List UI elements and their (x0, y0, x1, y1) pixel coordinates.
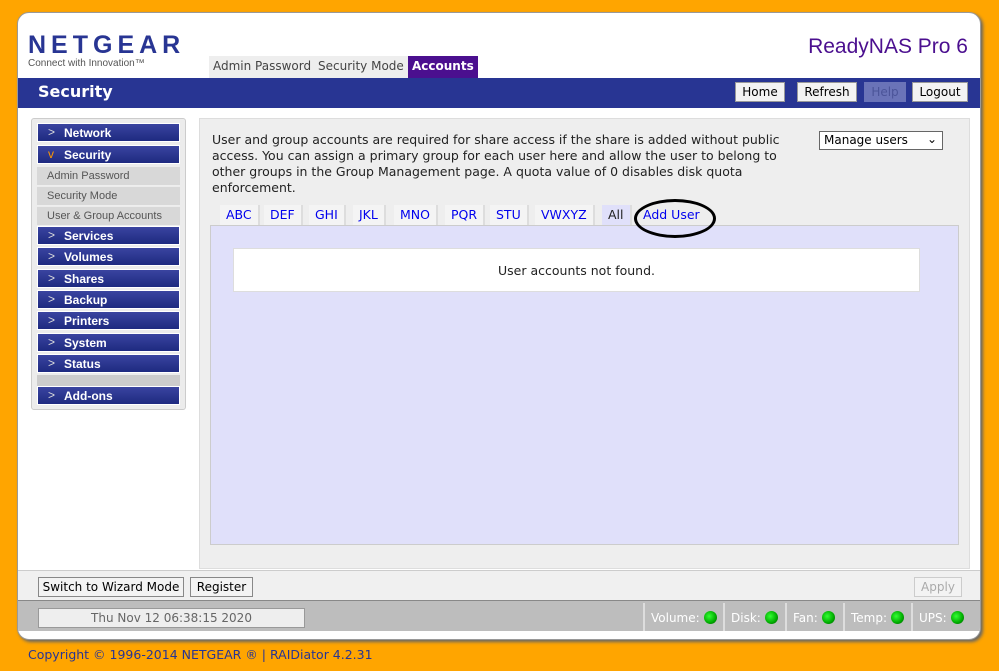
sidebar-item-label: Shares (64, 272, 105, 286)
help-button[interactable]: Help (864, 82, 906, 102)
sidebar-item-label: Services (64, 229, 114, 243)
sidebar-item-network[interactable]: > Network (37, 123, 180, 142)
manage-select[interactable]: Manage users ⌄ (819, 131, 943, 150)
chevron-right-icon: > (48, 271, 56, 285)
highlight-circle (634, 199, 716, 238)
chevron-right-icon: > (48, 125, 56, 139)
select-value: Manage users (824, 133, 908, 147)
indicator-label: UPS: (919, 611, 947, 625)
led-icon (891, 611, 905, 624)
sidebar-item-security[interactable]: v Security (37, 145, 180, 164)
ups-indicator: UPS: (911, 603, 971, 631)
temp-indicator: Temp: (843, 603, 911, 631)
tab-accounts[interactable]: Accounts (408, 56, 478, 78)
sidebar-item-label: Network (64, 126, 112, 140)
logo-tagline: Connect with Innovation™ (28, 58, 145, 69)
sidebar-item-label: Printers (64, 314, 110, 328)
sidebar-item-status[interactable]: > Status (37, 354, 180, 373)
sidebar-item-system[interactable]: > System (37, 333, 180, 352)
description-text: User and group accounts are required for… (212, 132, 780, 195)
tab-def[interactable]: DEF (264, 205, 303, 225)
register-button[interactable]: Register (190, 577, 253, 597)
status-bar: Thu Nov 12 06:38:15 2020 Volume: Disk: F… (18, 600, 980, 632)
sidebar-sub-user-group-accounts[interactable]: User & Group Accounts (37, 207, 180, 226)
sidebar-item-label: Backup (64, 293, 108, 307)
refresh-button[interactable]: Refresh (797, 82, 857, 102)
chevron-right-icon: > (48, 335, 56, 349)
tab-vwxyz[interactable]: VWXYZ (535, 205, 595, 225)
page-title: Security (38, 82, 113, 101)
product-name: ReadyNAS Pro 6 (808, 35, 968, 58)
sidebar-item-services[interactable]: > Services (37, 226, 180, 245)
header-band: Security Home Refresh Help Logout (18, 78, 980, 108)
sidebar-item-label: Status (64, 357, 101, 371)
indicator-label: Fan: (793, 611, 818, 625)
tab-stu[interactable]: STU (490, 205, 529, 225)
fan-indicator: Fan: (785, 603, 843, 631)
tab-mno[interactable]: MNO (394, 205, 438, 225)
netgear-logo: NETGEAR (28, 31, 186, 59)
tab-abc[interactable]: ABC (220, 205, 260, 225)
sidebar-item-volumes[interactable]: > Volumes (37, 247, 180, 266)
sidebar-item-label: System (64, 336, 107, 350)
chevron-right-icon: > (48, 292, 56, 306)
chevron-down-icon: ⌄ (926, 132, 937, 146)
app-window: NETGEAR Connect with Innovation™ ReadyNA… (17, 12, 981, 640)
tab-all[interactable]: All (602, 205, 632, 225)
indicator-label: Temp: (851, 611, 888, 625)
copyright-footer: Copyright © 1996-2014 NETGEAR ® | RAIDia… (28, 647, 373, 662)
sidebar-item-add-ons[interactable]: > Add-ons (37, 386, 180, 405)
chevron-right-icon: > (48, 388, 56, 402)
sidebar-item-shares[interactable]: > Shares (37, 269, 180, 288)
chevron-right-icon: > (48, 249, 56, 263)
volume-indicator: Volume: (643, 603, 723, 631)
chevron-right-icon: > (48, 356, 56, 370)
logout-button[interactable]: Logout (912, 82, 968, 102)
sidebar-item-printers[interactable]: > Printers (37, 311, 180, 330)
accounts-panel: User accounts not found. (210, 225, 959, 545)
sidebar-sub-admin-password[interactable]: Admin Password (37, 167, 180, 186)
sidebar-sub-security-mode[interactable]: Security Mode (37, 187, 180, 206)
chevron-right-icon: > (48, 228, 56, 242)
main-panel: User and group accounts are required for… (199, 118, 970, 569)
sidebar: > Network v Security Admin Password Securi… (31, 118, 186, 410)
tab-security-mode[interactable]: Security Mode (314, 56, 410, 78)
button-bar: Switch to Wizard Mode Register Apply (18, 570, 980, 600)
wizard-mode-button[interactable]: Switch to Wizard Mode (38, 577, 184, 597)
sidebar-item-backup[interactable]: > Backup (37, 290, 180, 309)
indicator-label: Disk: (731, 611, 761, 625)
sidebar-item-label: Security (64, 148, 112, 162)
sidebar-item-label: Volumes (64, 250, 114, 264)
led-icon (821, 611, 835, 624)
tab-ghi[interactable]: GHI (309, 205, 346, 225)
led-icon (950, 611, 964, 624)
sidebar-item-label: Add-ons (64, 389, 113, 403)
tab-admin-password[interactable]: Admin Password (209, 56, 318, 78)
apply-button[interactable]: Apply (914, 577, 962, 597)
led-icon (703, 611, 717, 624)
home-button[interactable]: Home (735, 82, 785, 102)
tab-pqr[interactable]: PQR (445, 205, 486, 225)
empty-message: User accounts not found. (233, 248, 920, 292)
disk-indicator: Disk: (723, 603, 785, 631)
indicator-label: Volume: (651, 611, 700, 625)
led-icon (764, 611, 778, 624)
tab-jkl[interactable]: JKL (353, 205, 386, 225)
chevron-right-icon: > (48, 313, 56, 327)
chevron-down-icon: v (48, 147, 54, 161)
content-area: > Network v Security Admin Password Securi… (18, 110, 980, 570)
clock: Thu Nov 12 06:38:15 2020 (38, 608, 305, 628)
